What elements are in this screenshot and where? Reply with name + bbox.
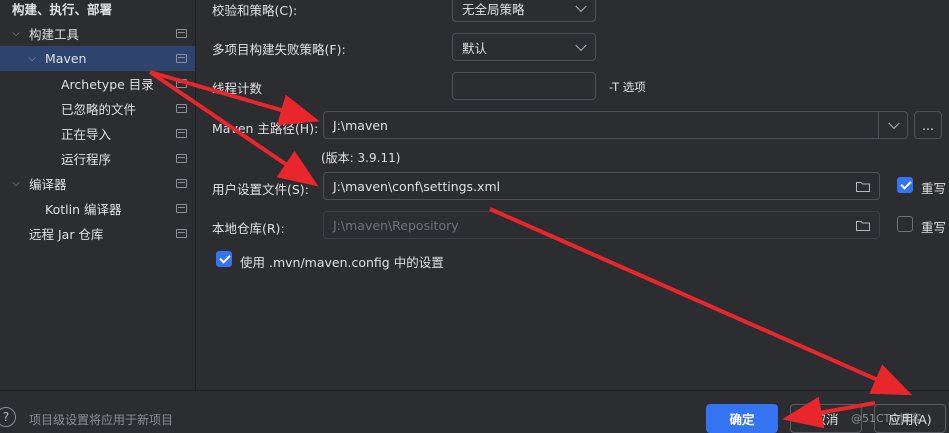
ok-button[interactable]: 确定	[706, 404, 778, 433]
use-mvn-config-checkbox[interactable]	[216, 251, 232, 267]
maven-version-text: (版本: 3.9.11)	[321, 151, 401, 165]
project-scope-icon	[176, 29, 187, 38]
footer-hint-text: 项目级设置将应用于新项目	[29, 413, 174, 427]
ellipsis-icon: ...	[922, 117, 934, 133]
project-scope-icon	[176, 179, 187, 188]
maven-home-combobox[interactable]: J:\maven	[323, 111, 908, 139]
tree-item-kotlin-compiler[interactable]: Kotlin 编译器	[0, 196, 195, 221]
tree-item-build-tools[interactable]: ⌵ 构建工具	[0, 21, 195, 46]
multiproject-fail-policy-select[interactable]: 默认	[452, 33, 596, 61]
tree-item-ignored-files[interactable]: 已忽略的文件	[0, 96, 195, 121]
user-settings-override-label: 重写	[921, 181, 947, 196]
watermark-text: @51CTO博客	[851, 412, 922, 425]
tree-item-label: Maven	[45, 51, 87, 66]
divider	[878, 112, 879, 138]
project-scope-icon	[176, 229, 187, 238]
project-scope-icon	[176, 104, 187, 113]
local-repository-value: J:\maven\Repository	[333, 217, 459, 233]
checksum-policy-value: 无全局策略	[462, 1, 525, 17]
chevron-down-icon[interactable]: ⌵	[27, 53, 37, 64]
chevron-down-icon	[575, 0, 587, 13]
local-repository-override-checkbox[interactable]	[897, 216, 913, 232]
maven-home-label: Maven 主路径(H):	[212, 121, 319, 136]
use-mvn-config-label: 使用 .mvn/maven.config 中的设置	[240, 255, 444, 270]
tree-item-build-execution-deployment[interactable]: ⌵ 构建、执行、部署	[0, 0, 195, 21]
tree-item-label: 构建工具	[29, 27, 80, 42]
local-repository-input[interactable]: J:\maven\Repository	[323, 211, 880, 239]
tree-item-remote-jar-repositories[interactable]: 远程 Jar 仓库	[0, 221, 195, 246]
tree-item-label: 运行程序	[61, 152, 112, 167]
project-scope-icon	[176, 54, 187, 63]
tree-item-label: 正在导入	[61, 127, 112, 142]
tree-item-compiler[interactable]: ⌵ 编译器	[0, 171, 195, 196]
project-scope-icon	[176, 79, 187, 88]
tree-item-importing[interactable]: 正在导入	[0, 121, 195, 146]
dialog-footer: ? 项目级设置将应用于新项目 确定 取消 应用(A) @51CTO博客	[0, 390, 949, 433]
settings-sidebar: ⌵ 构建、执行、部署 ⌵ 构建工具 ⌵ Maven Archetype 目录 已…	[0, 0, 196, 390]
project-scope-icon	[176, 204, 187, 213]
chevron-down-icon[interactable]	[888, 117, 900, 130]
folder-icon[interactable]	[856, 181, 870, 192]
chevron-down-icon[interactable]: ⌵	[11, 178, 21, 189]
maven-settings-panel: 校验和策略(C): 无全局策略 多项目构建失败策略(F): 默认 线程计数 -T…	[196, 0, 949, 390]
tree-item-label: 构建、执行、部署	[12, 2, 113, 17]
multiproject-fail-policy-value: 默认	[462, 40, 488, 56]
chevron-down-icon[interactable]: ⌵	[11, 28, 21, 39]
user-settings-label: 用户设置文件(S):	[212, 182, 309, 197]
thread-count-label: 线程计数	[212, 81, 263, 96]
tree-item-maven[interactable]: ⌵ Maven	[0, 46, 195, 71]
tree-item-label: Archetype 目录	[61, 77, 154, 92]
checksum-policy-label: 校验和策略(C):	[212, 3, 298, 18]
user-settings-value: J:\maven\conf\settings.xml	[333, 178, 501, 194]
maven-home-value: J:\maven	[333, 117, 388, 133]
tree-item-runner[interactable]: 运行程序	[0, 146, 195, 171]
local-repository-override-label: 重写	[921, 220, 947, 235]
project-scope-icon	[176, 129, 187, 138]
project-scope-icon	[176, 154, 187, 163]
help-icon[interactable]: ?	[0, 407, 16, 427]
tree-item-label: 远程 Jar 仓库	[29, 227, 104, 242]
tree-item-label: 已忽略的文件	[61, 102, 137, 117]
tree-item-label: Kotlin 编译器	[45, 202, 122, 217]
chevron-down-icon	[575, 39, 587, 52]
tree-item-archetype-catalogs[interactable]: Archetype 目录	[0, 71, 195, 96]
folder-icon[interactable]	[856, 220, 870, 231]
maven-home-browse-button[interactable]: ...	[914, 111, 942, 139]
user-settings-override-checkbox[interactable]	[897, 177, 913, 193]
thread-count-hint: -T 选项	[609, 80, 646, 94]
multiproject-fail-policy-label: 多项目构建失败策略(F):	[212, 42, 346, 57]
thread-count-input[interactable]	[452, 72, 596, 100]
checksum-policy-select[interactable]: 无全局策略	[452, 0, 596, 22]
user-settings-file-input[interactable]: J:\maven\conf\settings.xml	[323, 172, 880, 200]
tree-item-label: 编译器	[29, 177, 67, 192]
local-repository-label: 本地仓库(R):	[212, 221, 285, 236]
